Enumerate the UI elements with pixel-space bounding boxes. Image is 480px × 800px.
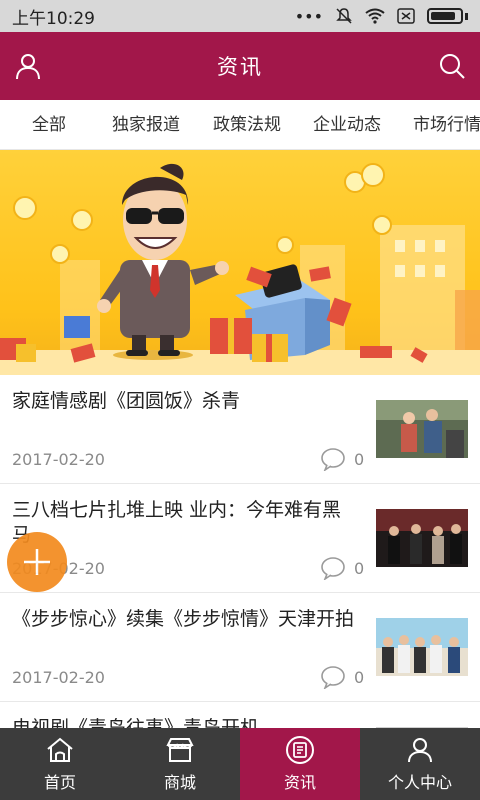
wifi-icon xyxy=(365,8,385,24)
comment-count[interactable]: 0 xyxy=(320,665,364,689)
nav-shop[interactable]: 商城 xyxy=(120,728,240,800)
battery-icon xyxy=(427,8,463,24)
news-thumbnail xyxy=(376,400,468,458)
comment-count-value: 0 xyxy=(354,558,365,578)
news-item[interactable]: 《步步惊心》续集《步步惊情》天津开拍 2017-02-20 0 xyxy=(0,593,480,702)
nav-news[interactable]: 资讯 xyxy=(240,728,360,800)
page-title: 资讯 xyxy=(217,55,263,79)
tab-company-news[interactable]: 企业动态 xyxy=(313,100,381,149)
comment-icon xyxy=(321,666,345,689)
more-dots-icon: ••• xyxy=(294,6,323,26)
no-sim-icon xyxy=(397,8,415,24)
comment-icon xyxy=(321,448,345,471)
news-item[interactable]: 三八档七片扎堆上映 业内：今年难有黑马 2017-02-20 0 xyxy=(0,484,480,593)
tab-market[interactable]: 市场行情 xyxy=(413,100,480,149)
comment-count-value: 0 xyxy=(354,667,365,687)
news-thumbnail xyxy=(376,618,468,676)
nav-profile[interactable]: 个人中心 xyxy=(360,728,480,800)
news-title: 家庭情感剧《团圆饭》杀青 xyxy=(12,390,241,412)
comment-count[interactable]: 0 xyxy=(320,556,364,580)
comment-count-value: 0 xyxy=(354,449,365,469)
category-tabs: 全部 独家报道 政策法规 企业动态 市场行情 xyxy=(0,100,480,150)
nav-label: 资讯 xyxy=(283,773,316,792)
banner-illustration xyxy=(0,163,480,375)
nav-label: 首页 xyxy=(43,773,76,792)
add-button[interactable] xyxy=(7,532,67,592)
plus-icon xyxy=(24,549,50,575)
status-time: 上午10:29 xyxy=(12,8,95,29)
tab-policy[interactable]: 政策法规 xyxy=(213,100,281,149)
status-icons: ••• xyxy=(295,7,468,26)
news-item[interactable]: 家庭情感剧《团圆饭》杀青 2017-02-20 0 xyxy=(0,375,480,484)
nav-label: 商城 xyxy=(163,773,196,792)
home-icon xyxy=(47,737,73,762)
status-bar: 上午10:29 ••• xyxy=(0,0,480,32)
news-title: 《步步惊心》续集《步步惊情》天津开拍 xyxy=(12,608,355,630)
shop-icon xyxy=(166,738,194,762)
banner-image[interactable] xyxy=(0,150,480,375)
user-icon[interactable] xyxy=(12,50,44,82)
app-header: 资讯 xyxy=(0,32,480,100)
nav-label: 个人中心 xyxy=(387,773,452,792)
news-thumbnail xyxy=(376,509,468,567)
news-date: 2017-02-20 xyxy=(12,668,105,687)
news-title: 三八档七片扎堆上映 业内：今年难有黑马 xyxy=(12,499,342,546)
mute-icon xyxy=(336,8,352,24)
news-icon xyxy=(286,736,314,764)
search-icon[interactable] xyxy=(436,50,468,82)
comment-count[interactable]: 0 xyxy=(320,447,364,471)
profile-icon xyxy=(408,738,432,763)
bottom-nav: 首页 商城 资讯 个人中心 xyxy=(0,728,480,800)
tab-exclusive[interactable]: 独家报道 xyxy=(112,100,180,149)
tab-all[interactable]: 全部 xyxy=(32,100,66,149)
nav-home[interactable]: 首页 xyxy=(0,728,120,800)
news-date: 2017-02-20 xyxy=(12,450,105,469)
comment-icon xyxy=(321,557,345,580)
